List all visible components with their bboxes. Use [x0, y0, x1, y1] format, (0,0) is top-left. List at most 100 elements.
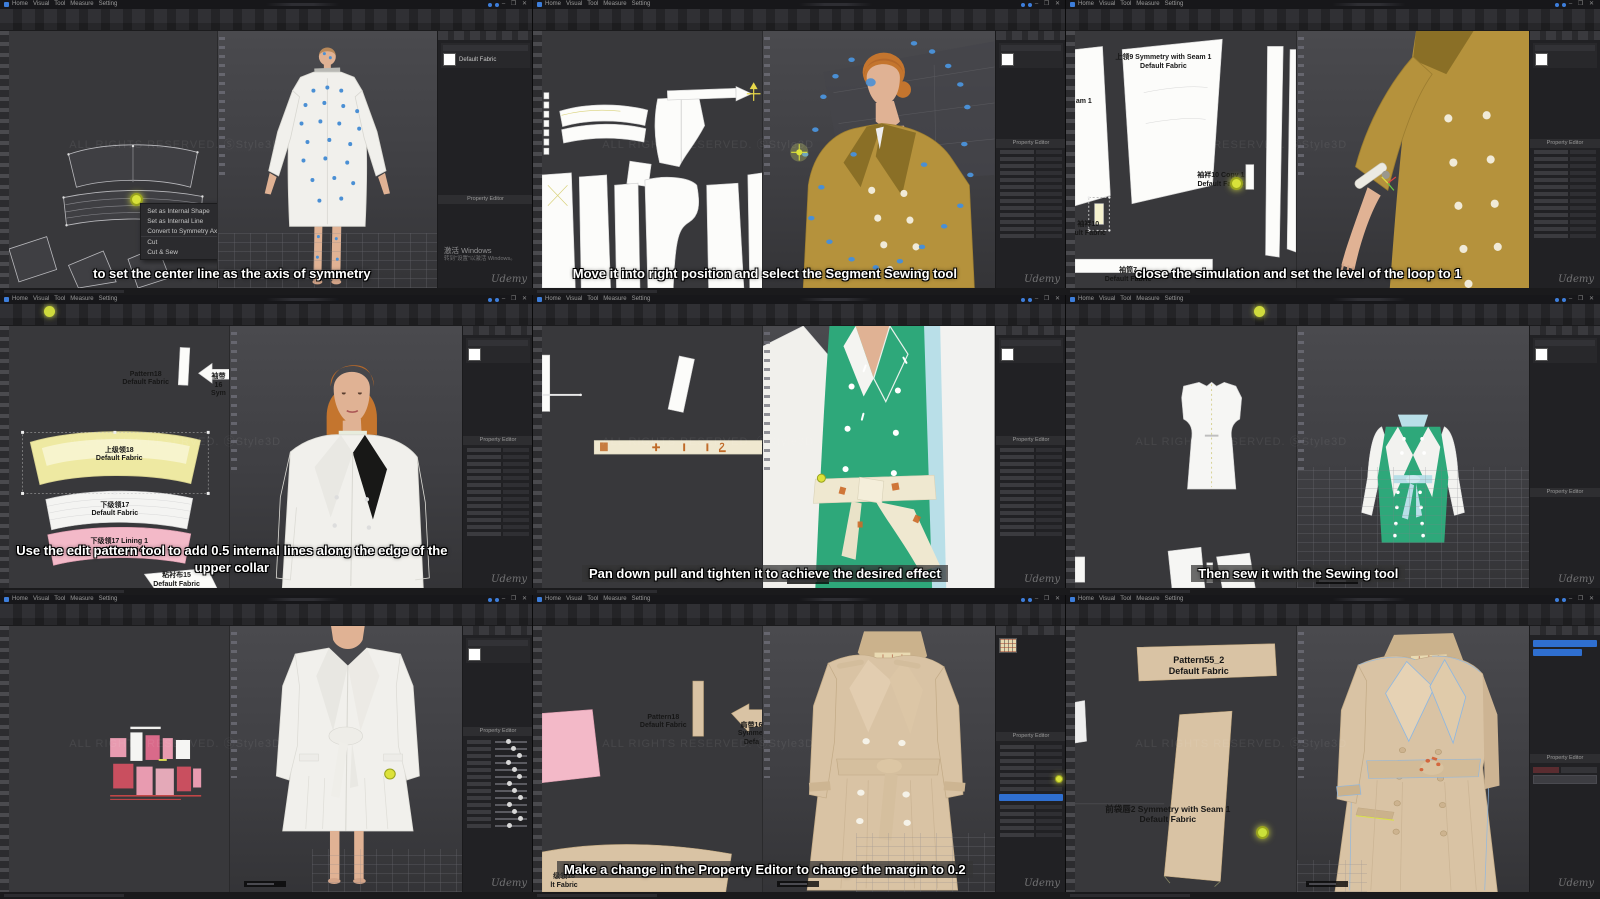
property-editor-header[interactable]: Property Editor	[1530, 488, 1600, 498]
3d-tool-strip[interactable]	[1297, 37, 1304, 179]
fabric-swatch[interactable]	[443, 53, 456, 66]
pattern-2d-canvas[interactable]	[9, 626, 230, 892]
cloud-icon[interactable]	[1561, 297, 1566, 302]
pattern-pieces[interactable]	[1075, 381, 1256, 588]
tan-trench-coat-3q[interactable]	[1334, 633, 1500, 892]
property-rows[interactable]	[998, 446, 1064, 537]
2d-tool-strip[interactable]	[533, 31, 542, 288]
property-type-row[interactable]	[1533, 766, 1597, 773]
property-rows[interactable]	[1532, 149, 1598, 240]
cloud-icon[interactable]	[494, 597, 499, 602]
property-editor-header[interactable]: Property Editor	[463, 436, 533, 446]
toolbar[interactable]	[0, 304, 533, 326]
selected-scene-item[interactable]	[1533, 649, 1582, 656]
cloud-icon[interactable]	[1027, 297, 1032, 302]
property-rows[interactable]	[998, 743, 1064, 792]
menu-item[interactable]: Cut	[141, 236, 218, 247]
window-controls[interactable]: – ❐ ✕	[1569, 295, 1596, 304]
pattern-2d-canvas[interactable]: Pattern18 Default Fabric 肩带16 Symmet Def…	[542, 626, 763, 892]
pattern-2d-canvas[interactable]	[1075, 326, 1296, 588]
panel-tabs[interactable]	[996, 31, 1066, 40]
menu-bar[interactable]: Home Visual Tool Measure Setting	[1078, 595, 1183, 604]
panel-tabs[interactable]	[1530, 326, 1600, 335]
property-rows[interactable]	[998, 803, 1064, 838]
account-icon[interactable]	[1020, 2, 1025, 7]
menu-bar[interactable]: Home Visual Tool Measure Setting	[12, 295, 117, 304]
viewport-3d[interactable]	[229, 626, 462, 892]
3d-tool-strip[interactable]	[764, 632, 771, 779]
panel-tabs[interactable]	[438, 31, 533, 40]
menu-item[interactable]: Cut & Sew	[141, 247, 217, 257]
fabric-swatch[interactable]	[1535, 348, 1548, 361]
account-icon[interactable]	[1554, 2, 1559, 7]
selected-scene-item[interactable]	[1533, 640, 1597, 647]
window-controls[interactable]: – ❐ ✕	[1569, 0, 1596, 9]
toolbar[interactable]	[1066, 304, 1600, 326]
pattern-2d-canvas[interactable]: Pattern55_2 Default Fabric 前袋唇2 Symmetry…	[1075, 626, 1296, 892]
green-coat[interactable]	[763, 326, 995, 588]
toolbar[interactable]	[0, 604, 533, 626]
3d-tool-strip[interactable]	[219, 37, 226, 179]
gold-coat[interactable]	[1355, 31, 1529, 288]
viewport-3d[interactable]	[762, 326, 995, 588]
toolbar[interactable]	[0, 9, 533, 31]
fabric-swatch[interactable]	[1001, 53, 1014, 66]
panel-tabs[interactable]	[1530, 626, 1600, 635]
cloud-icon[interactable]	[1027, 597, 1032, 602]
cloud-icon[interactable]	[1027, 2, 1032, 7]
viewport-3d[interactable]	[217, 31, 437, 288]
pattern-pieces[interactable]	[1075, 38, 1296, 273]
menu-bar[interactable]: Home Visual Tool Measure Setting	[1078, 0, 1183, 9]
white-trench-coat[interactable]	[276, 647, 421, 832]
property-rows[interactable]	[998, 149, 1064, 240]
window-controls[interactable]: – ❐ ✕	[1035, 595, 1062, 604]
toolbar[interactable]	[533, 9, 1066, 31]
3d-tool-strip[interactable]	[231, 632, 238, 779]
2d-tool-strip[interactable]	[0, 326, 9, 588]
account-icon[interactable]	[1554, 297, 1559, 302]
3d-tool-strip[interactable]	[1297, 332, 1304, 477]
cloud-icon[interactable]	[1561, 2, 1566, 7]
context-menu[interactable]: Set as Internal Shape Set as Internal Li…	[140, 203, 218, 261]
toolbar[interactable]	[533, 304, 1066, 326]
toolbar[interactable]	[1066, 9, 1600, 31]
cloud-icon[interactable]	[494, 297, 499, 302]
viewport-3d[interactable]	[762, 31, 995, 288]
menu-item[interactable]: Set as Internal Line	[141, 216, 217, 226]
menu-bar[interactable]: Home Visual Tool Measure Setting	[12, 0, 117, 9]
fabric-swatch[interactable]	[468, 648, 481, 661]
2d-tool-strip[interactable]	[533, 326, 542, 588]
pattern-pieces[interactable]	[542, 86, 763, 288]
avatar-head[interactable]	[327, 365, 378, 439]
2d-tool-strip[interactable]	[1066, 31, 1075, 288]
menu-bar[interactable]: Home Visual Tool Measure Setting	[1078, 295, 1183, 304]
window-controls[interactable]: – ❐ ✕	[1569, 595, 1596, 604]
viewport-3d[interactable]	[1295, 626, 1529, 892]
window-controls[interactable]: – ❐ ✕	[1035, 0, 1062, 9]
2d-tool-strip[interactable]	[0, 31, 9, 288]
account-icon[interactable]	[1554, 597, 1559, 602]
panel-tabs[interactable]	[1530, 31, 1600, 40]
viewport-3d[interactable]	[1295, 326, 1529, 588]
property-editor-header[interactable]: Property Editor	[438, 195, 533, 205]
menu-item[interactable]: Set as Internal Shape	[141, 206, 217, 216]
viewport-3d[interactable]	[762, 626, 995, 892]
menu-bar[interactable]: Home Visual Tool Measure Setting	[545, 295, 650, 304]
account-icon[interactable]	[1020, 597, 1025, 602]
panel-button[interactable]	[1533, 774, 1597, 784]
3d-tool-strip[interactable]	[764, 37, 771, 179]
account-icon[interactable]	[487, 597, 492, 602]
white-coat[interactable]	[268, 71, 387, 227]
menu-bar[interactable]: Home Visual Tool Measure Setting	[12, 595, 117, 604]
menu-bar[interactable]: Home Visual Tool Measure Setting	[545, 595, 650, 604]
cloud-icon[interactable]	[494, 2, 499, 7]
fabric-swatch[interactable]	[468, 348, 481, 361]
selected-property-row[interactable]	[999, 794, 1063, 802]
window-controls[interactable]: – ❐ ✕	[1035, 295, 1062, 304]
3d-tool-strip[interactable]	[764, 332, 771, 477]
plaid-fabric-thumbnail[interactable]	[999, 638, 1017, 653]
2d-tool-strip[interactable]	[1066, 626, 1075, 892]
2d-tool-strip[interactable]	[1066, 326, 1075, 588]
fabric-swatch[interactable]	[1535, 53, 1548, 66]
property-editor-header[interactable]: Property Editor	[996, 436, 1066, 446]
